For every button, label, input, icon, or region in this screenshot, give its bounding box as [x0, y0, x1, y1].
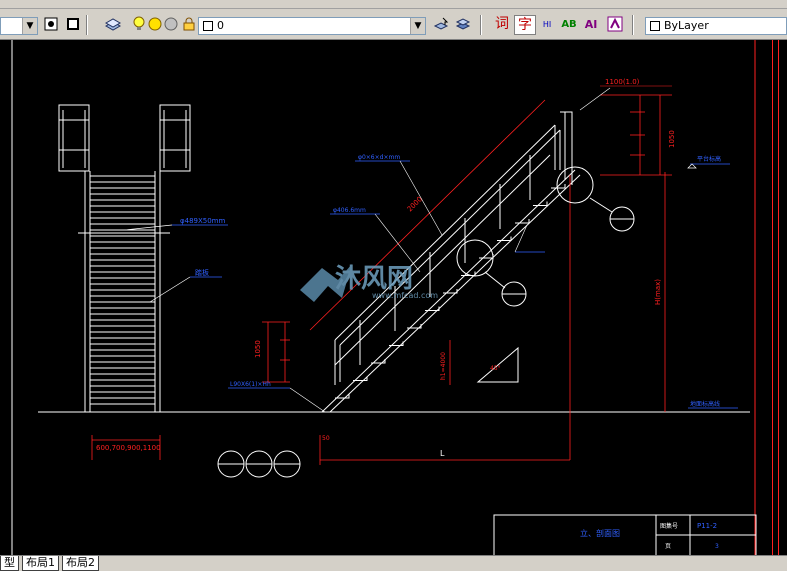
- svg-text:45°: 45°: [490, 365, 501, 372]
- layout-tabs: 型 布局1 布局2: [0, 555, 787, 571]
- text-edit-icon[interactable]: [606, 15, 624, 33]
- label-platform: 平台标高: [697, 155, 721, 163]
- title-block-page: 3: [715, 543, 719, 550]
- title-block-page-label: 页: [665, 543, 671, 550]
- title-block-field: 图集号: [660, 522, 678, 530]
- make-current-layer-icon[interactable]: [432, 15, 450, 33]
- ladder-front-view: [58, 104, 191, 412]
- text-hi-button[interactable]: HI: [538, 15, 556, 33]
- text-style-zi-button[interactable]: 字: [514, 15, 536, 35]
- linetype-select[interactable]: ByLayer: [645, 17, 787, 35]
- label-ground: 地面标高线: [690, 400, 720, 408]
- right-top-dims: [569, 94, 672, 460]
- dim-h1: h1=4000: [440, 352, 447, 380]
- label-rail-pipe: φ406.6mm: [333, 207, 366, 214]
- layer-manager-icon[interactable]: [104, 15, 122, 33]
- dim-1050-right: 1050: [668, 130, 676, 148]
- separator: [86, 15, 88, 35]
- workspace-combo[interactable]: ▼: [0, 17, 38, 35]
- label-bottom-angle: L90X6(1)×Hh: [230, 381, 271, 388]
- svg-text:50: 50: [322, 435, 330, 442]
- left-label-tread: 踏板: [195, 268, 209, 277]
- watermark-url: www.mfcad.com: [372, 291, 438, 300]
- label-right-top: 1100(1.0): [605, 78, 640, 86]
- stair-posts: [359, 155, 531, 365]
- text-style-ci-button[interactable]: 词: [492, 15, 512, 33]
- vertical-scrollbar[interactable]: [770, 40, 787, 555]
- tab-layout1[interactable]: 布局1: [22, 556, 59, 571]
- layer-color-swatch: [203, 21, 213, 31]
- dim-left-width: 600,700,900,1100: [96, 444, 161, 452]
- cad-drawing: φ489X50mm 踏板 600,700,900,1100 2000 1050 …: [11, 40, 757, 555]
- dim-L: L: [440, 449, 445, 458]
- callout-circles: [456, 166, 635, 307]
- top-toolbar: [0, 0, 787, 9]
- layer-previous-icon[interactable]: [454, 15, 472, 33]
- chevron-down-icon: ▼: [410, 18, 425, 34]
- quick-select-icon[interactable]: [64, 15, 82, 33]
- layer-select[interactable]: 0 ▼: [198, 17, 426, 35]
- lock-icon[interactable]: [180, 15, 198, 33]
- ladder-treads: [90, 175, 155, 405]
- label-handrail-pipe: φ0×6×d×mm: [358, 154, 400, 161]
- dim-hmax: H(max): [654, 279, 662, 305]
- chevron-down-icon: ▼: [22, 18, 37, 34]
- left-label-pipe: φ489X50mm: [180, 217, 226, 225]
- dim-1050-left: 1050: [254, 340, 262, 358]
- title-block-code: P11-2: [697, 522, 717, 530]
- text-ab-button[interactable]: AB: [560, 15, 578, 33]
- linetype-name: ByLayer: [664, 19, 709, 32]
- detail-circles: [217, 450, 301, 478]
- tab-layout2[interactable]: 布局2: [62, 556, 99, 571]
- linetype-swatch: [650, 21, 660, 31]
- tab-model[interactable]: 型: [0, 556, 19, 571]
- separator: [480, 15, 482, 35]
- text-ai-button[interactable]: AI: [582, 15, 600, 33]
- layer-name: 0: [217, 19, 224, 32]
- watermark-text: 沐风网: [335, 264, 413, 294]
- title-block-title: 立、剖面图: [580, 528, 620, 538]
- layer-toolbar: ▼ 0 ▼ 词 字 HI AB AI ByLayer: [0, 9, 787, 40]
- layer-color-icon[interactable]: [162, 15, 180, 33]
- separator: [632, 15, 634, 35]
- rail-height-dims: [262, 321, 290, 383]
- match-properties-icon[interactable]: [42, 15, 60, 33]
- drawing-canvas[interactable]: φ489X50mm 踏板 600,700,900,1100 2000 1050 …: [0, 40, 770, 555]
